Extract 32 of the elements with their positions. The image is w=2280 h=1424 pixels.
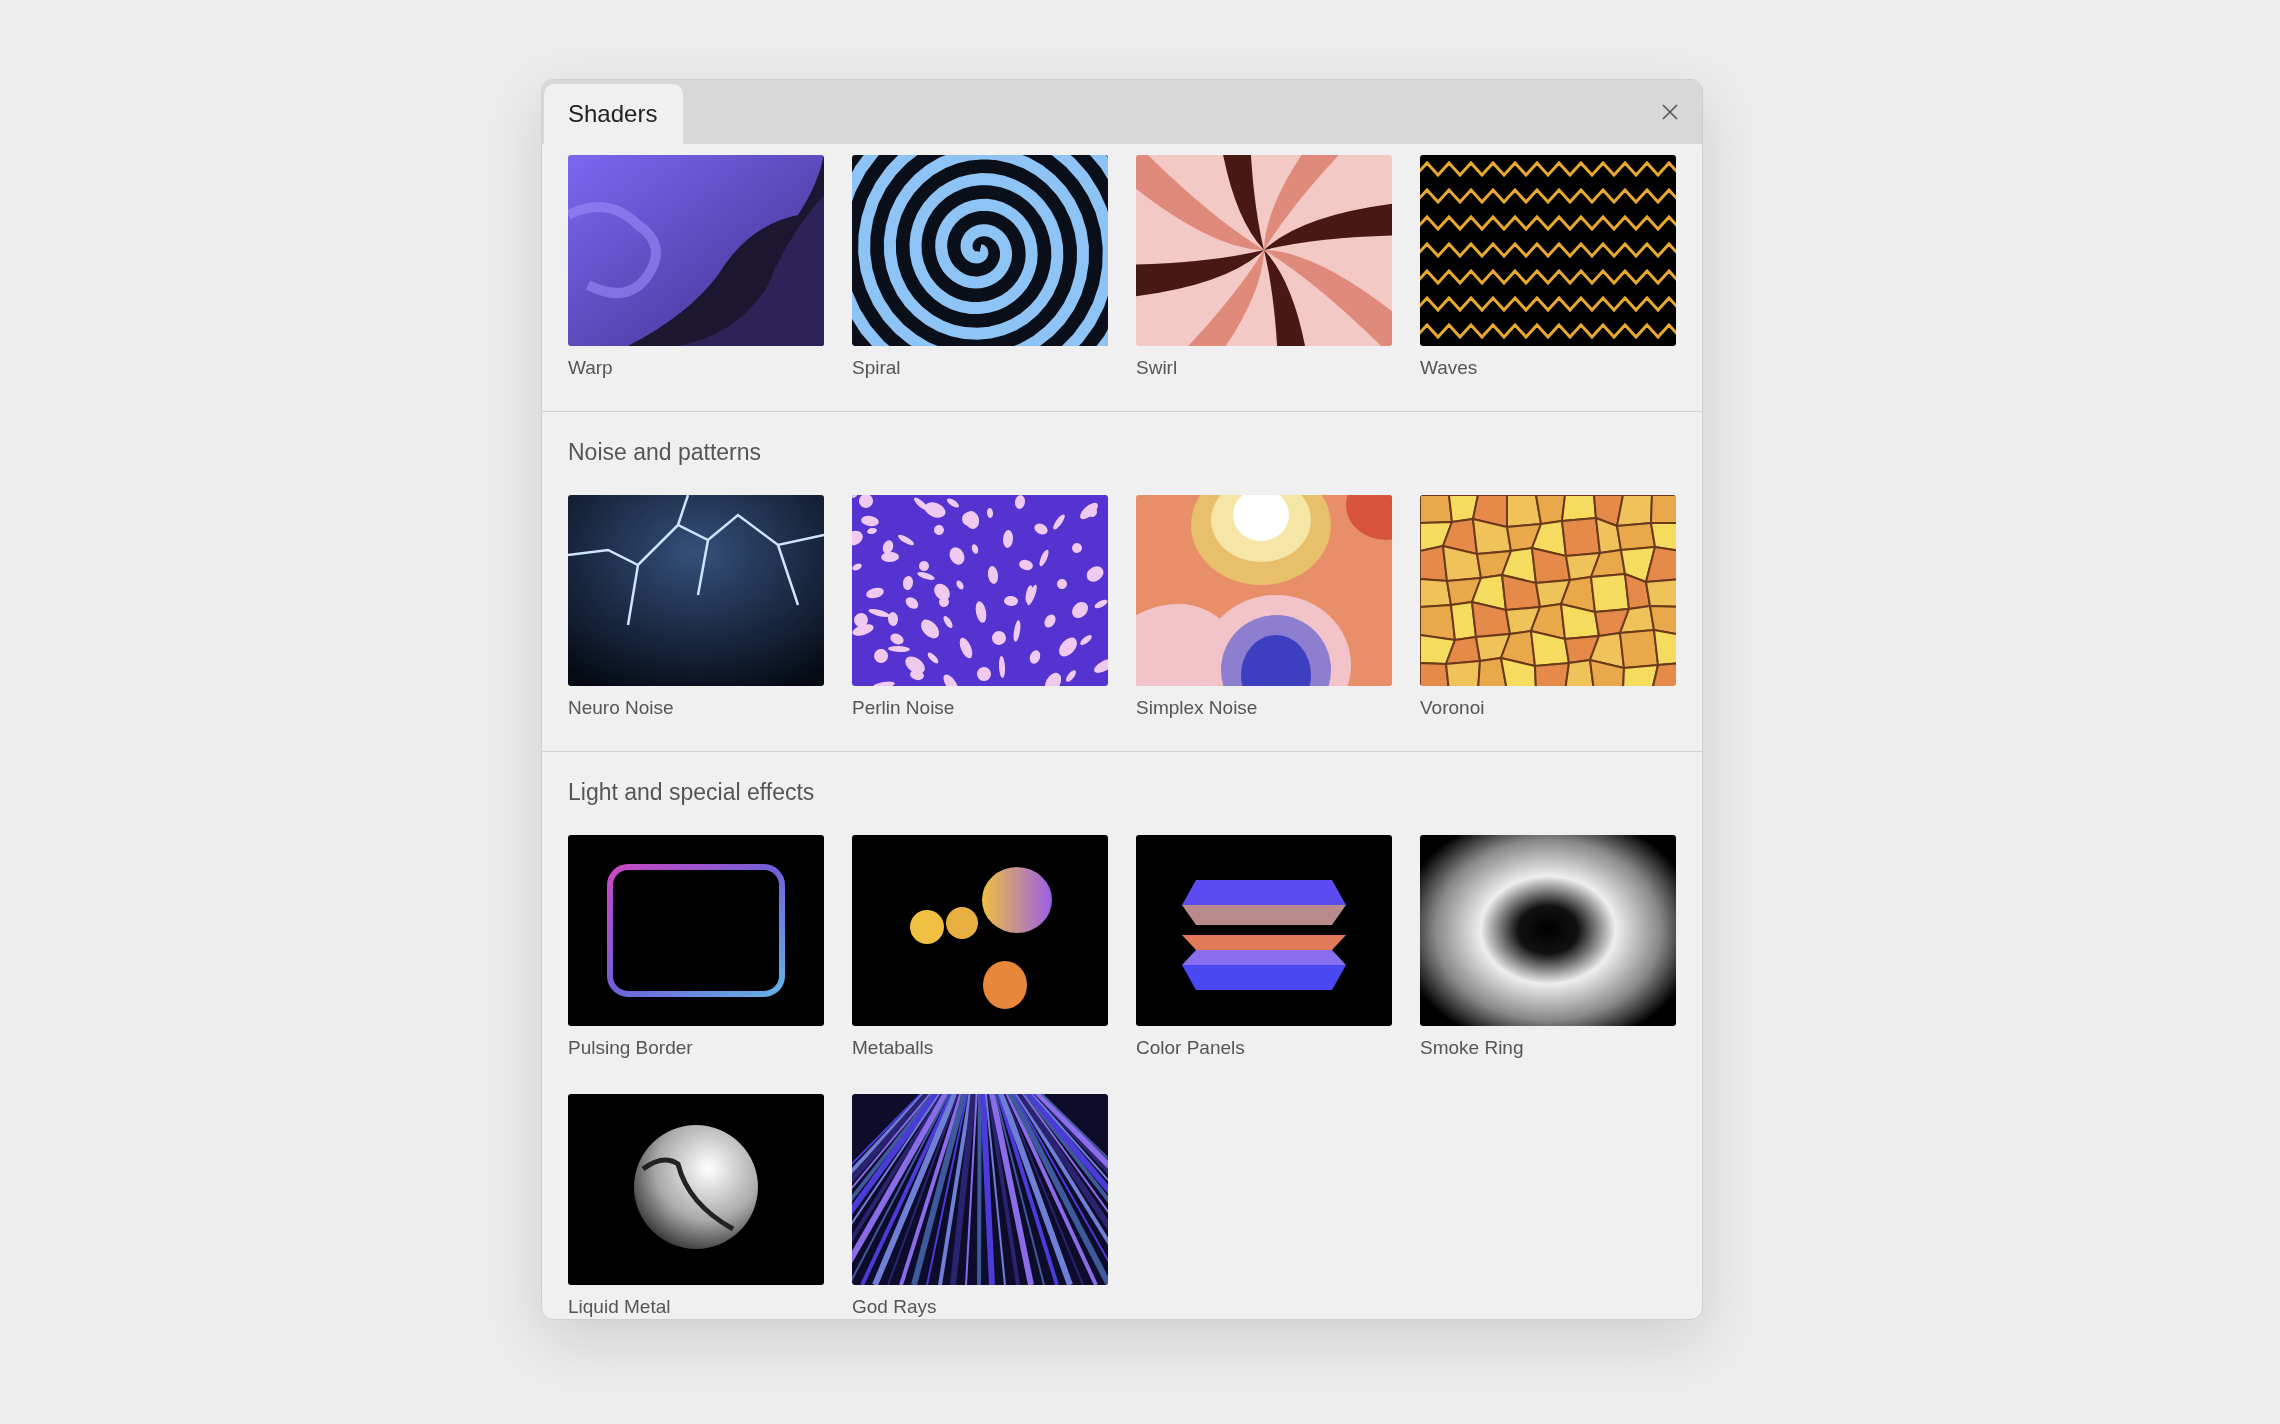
shader-label: Neuro Noise (568, 696, 675, 720)
shader-label: Metaballs (852, 1036, 935, 1060)
lightning-texture-drawing[interactable] (568, 495, 824, 686)
blobs-drawing[interactable] (852, 835, 1108, 1026)
shader-label: Warp (568, 356, 614, 380)
shader-label: Pulsing Border (568, 1036, 694, 1060)
shader-label: Simplex Noise (1136, 696, 1259, 720)
section-title: Light and special effects (568, 778, 816, 806)
tab[interactable]: Shaders (544, 84, 684, 144)
cell-mosaic-drawing[interactable] (1420, 495, 1676, 686)
smoke-ring-drawing[interactable] (1420, 835, 1676, 1026)
layered-panels-drawing[interactable] (1136, 835, 1392, 1026)
glowing-frame-drawing[interactable] (568, 835, 824, 1026)
shader-label: Liquid Metal (568, 1295, 672, 1319)
shader-label: Voronoi (1420, 696, 1486, 720)
contour-bands-drawing[interactable] (1136, 495, 1392, 686)
blob-pattern-drawing[interactable] (852, 495, 1108, 686)
shader-label: God Rays (852, 1295, 938, 1319)
spiral-drawing[interactable] (852, 155, 1108, 346)
shader-label: Perlin Noise (852, 696, 956, 720)
metal-sphere-drawing[interactable] (568, 1094, 824, 1285)
light-rays-drawing[interactable] (852, 1094, 1108, 1285)
marbled-texture-drawing[interactable] (568, 155, 824, 346)
shader-label: Waves (1420, 356, 1479, 380)
shader-label: Swirl (1136, 356, 1179, 380)
shader-label: Color Panels (1136, 1036, 1246, 1060)
shader-label: Smoke Ring (1420, 1036, 1525, 1060)
shader-label: Spiral (852, 356, 902, 380)
swirl-drawing[interactable] (1136, 155, 1392, 346)
zigzag-pattern-drawing[interactable] (1420, 155, 1676, 346)
close-icon[interactable] (1660, 102, 1680, 122)
section-title: Noise and patterns (568, 438, 763, 466)
